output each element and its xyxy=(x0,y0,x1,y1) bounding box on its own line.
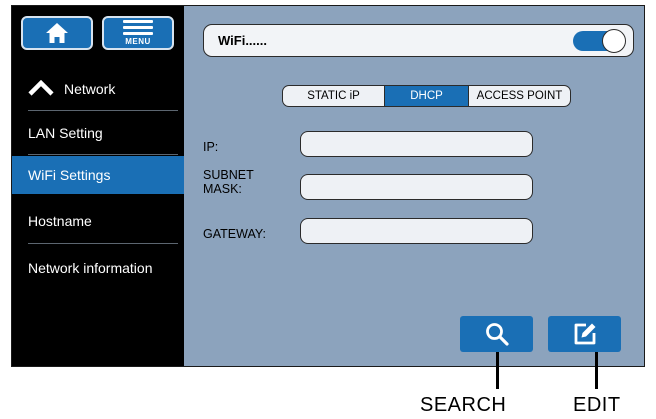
divider xyxy=(28,110,178,111)
edit-callout-line xyxy=(595,352,598,389)
subnet-label-line2: MASK: xyxy=(203,182,242,196)
sidebar-item-network-information[interactable]: Network information xyxy=(12,249,184,287)
subnet-mask-label: SUBNET MASK: xyxy=(203,168,254,196)
tab-access-point[interactable]: ACCESS POINT xyxy=(468,85,571,107)
wifi-toggle[interactable] xyxy=(573,29,626,53)
tab-label: DHCP xyxy=(410,90,443,102)
sidebar-item-network[interactable]: Network xyxy=(12,70,184,108)
edit-icon xyxy=(574,323,595,345)
subnet-mask-input[interactable] xyxy=(300,174,533,200)
hamburger-icon xyxy=(123,20,153,35)
search-callout-label: SEARCH xyxy=(420,394,507,416)
sidebar: MENU Network LAN Setting WiFi Settings H… xyxy=(12,6,184,366)
home-button[interactable] xyxy=(21,16,93,50)
tab-dhcp[interactable]: DHCP xyxy=(384,85,469,107)
sidebar-item-label: LAN Setting xyxy=(28,125,103,141)
sidebar-item-lan-setting[interactable]: LAN Setting xyxy=(12,114,184,152)
wifi-bar: WiFi...... xyxy=(203,24,634,57)
chevron-up-icon xyxy=(28,79,54,99)
tab-label: ACCESS POINT xyxy=(476,90,563,102)
home-icon xyxy=(46,23,68,43)
sidebar-item-wifi-settings[interactable]: WiFi Settings xyxy=(12,156,184,194)
divider xyxy=(28,243,178,244)
device-screen: MENU Network LAN Setting WiFi Settings H… xyxy=(11,5,645,367)
sidebar-item-label: Network xyxy=(64,81,116,97)
tab-label: STATIC iP xyxy=(307,90,360,102)
search-callout-line xyxy=(496,352,499,389)
menu-button[interactable]: MENU xyxy=(102,16,174,50)
sidebar-item-label: Network information xyxy=(28,260,153,276)
toggle-knob xyxy=(602,29,626,53)
gateway-input[interactable] xyxy=(300,218,533,244)
sidebar-item-label: Hostname xyxy=(28,213,92,229)
subnet-label-line1: SUBNET xyxy=(203,168,254,182)
search-icon xyxy=(485,323,509,346)
divider xyxy=(28,154,178,155)
ip-input[interactable] xyxy=(300,131,533,157)
gateway-label: GATEWAY: xyxy=(203,227,266,241)
search-button[interactable] xyxy=(460,316,533,352)
tab-static-ip[interactable]: STATIC iP xyxy=(282,85,385,107)
edit-callout-label: EDIT xyxy=(573,394,621,416)
sidebar-item-label: WiFi Settings xyxy=(28,167,111,183)
ip-label: IP: xyxy=(203,140,219,154)
menu-label: MENU xyxy=(125,37,151,46)
edit-button[interactable] xyxy=(548,316,621,352)
wifi-label: WiFi...... xyxy=(218,33,267,48)
sidebar-item-hostname[interactable]: Hostname xyxy=(12,202,184,240)
